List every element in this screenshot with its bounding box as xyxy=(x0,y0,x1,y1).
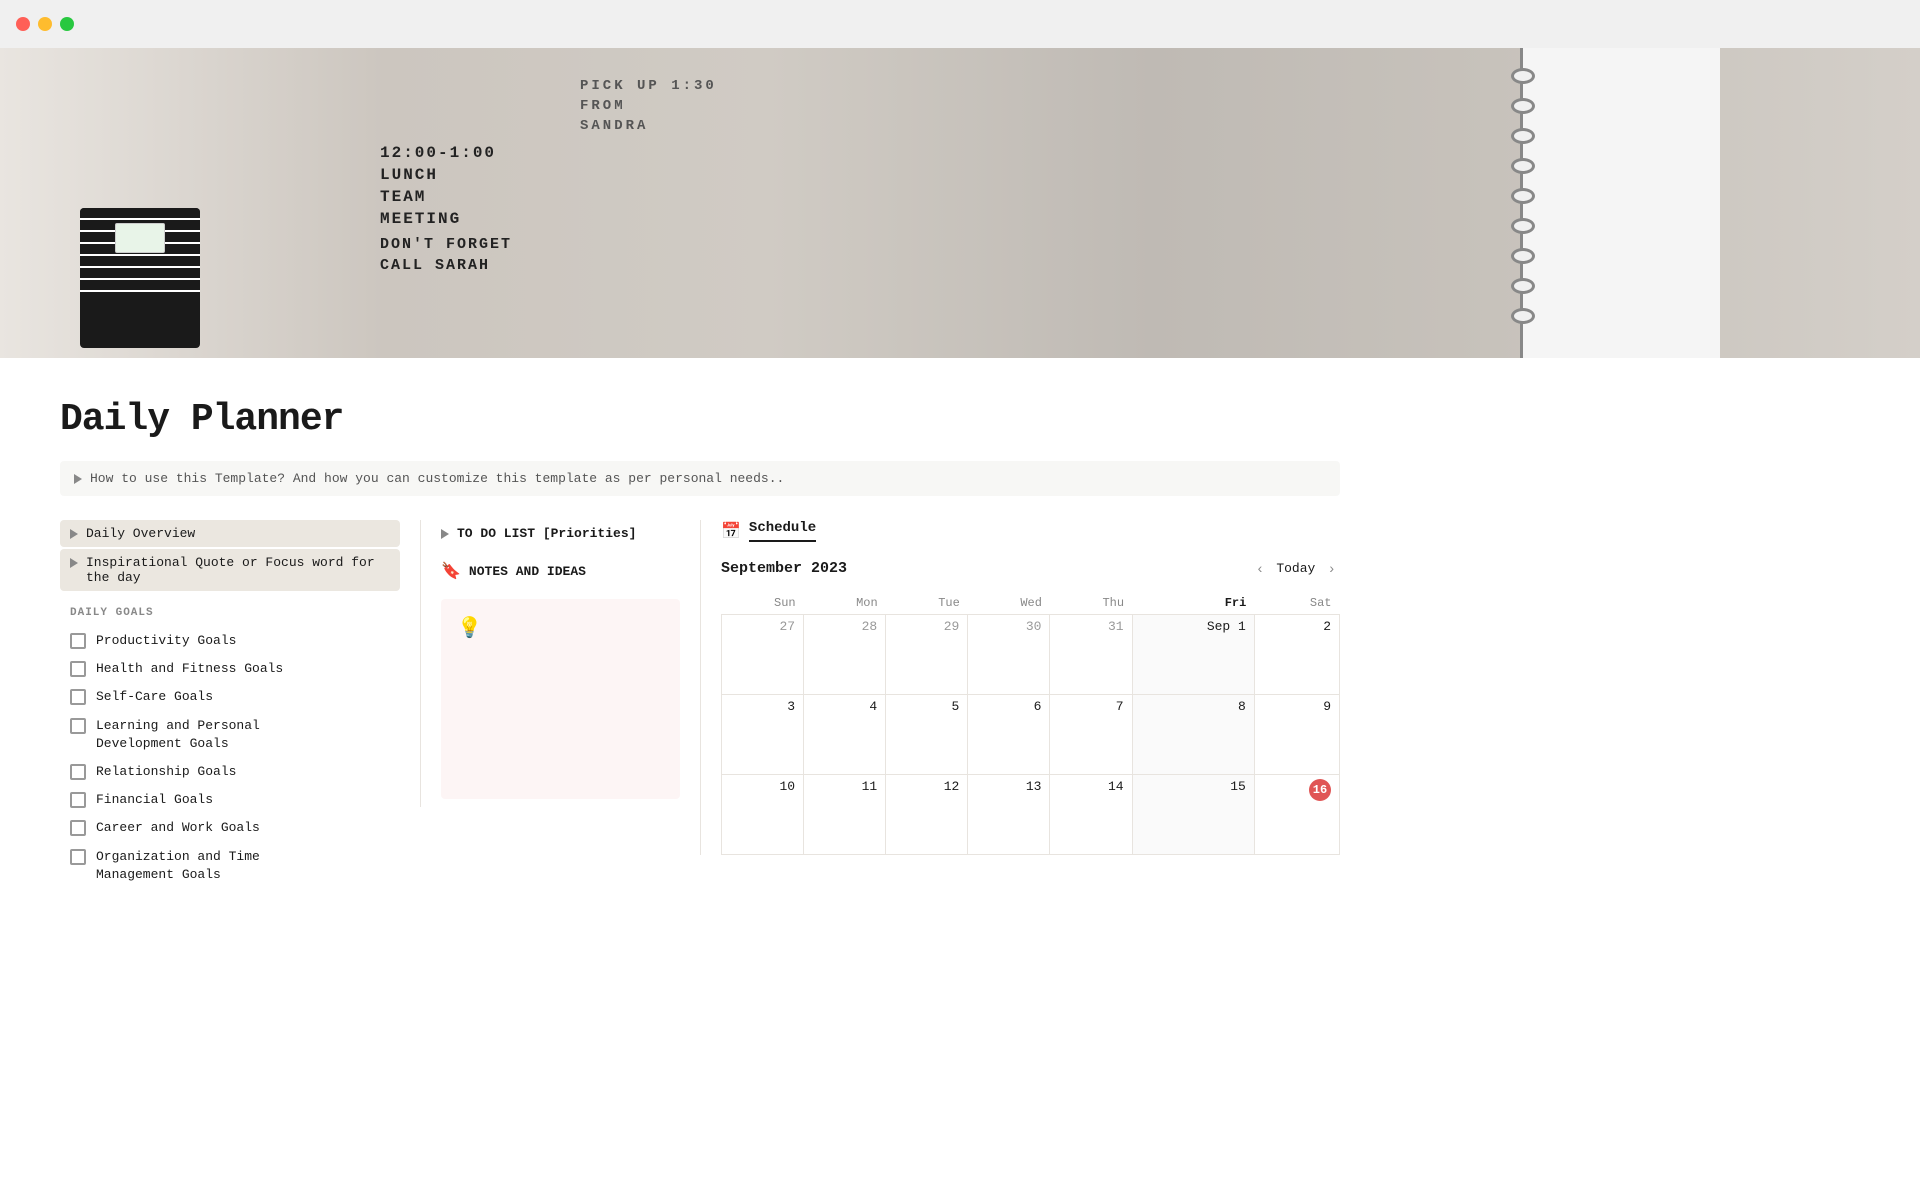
calendar-month: September 2023 xyxy=(721,560,847,577)
goal-label: Relationship Goals xyxy=(96,763,236,781)
goal-selfcare[interactable]: Self-Care Goals xyxy=(60,683,400,711)
hint-block[interactable]: How to use this Template? And how you ca… xyxy=(60,461,1340,496)
calendar-icon: 📅 xyxy=(721,521,741,541)
checkbox-relationship[interactable] xyxy=(70,764,86,780)
table-row: 27 28 29 30 31 Sep 1 2 xyxy=(722,615,1340,695)
goal-career[interactable]: Career and Work Goals xyxy=(60,814,400,842)
cal-day-6[interactable]: 6 xyxy=(968,695,1050,775)
mid-column: TO DO LIST [Priorities] 🔖 NOTES AND IDEA… xyxy=(420,520,700,807)
todo-toggle-icon xyxy=(441,529,449,539)
todo-label: TO DO LIST [Priorities] xyxy=(457,526,636,541)
goal-label: Organization and TimeManagement Goals xyxy=(96,848,260,884)
goal-productivity[interactable]: Productivity Goals xyxy=(60,627,400,655)
cal-day-11[interactable]: 11 xyxy=(804,775,886,855)
cal-day-27[interactable]: 27 xyxy=(722,615,804,695)
table-row: 3 4 5 6 7 8 9 xyxy=(722,695,1340,775)
goal-label: Career and Work Goals xyxy=(96,819,260,837)
minimize-button[interactable] xyxy=(38,17,52,31)
cal-day-13[interactable]: 13 xyxy=(968,775,1050,855)
cal-day-2[interactable]: 2 xyxy=(1254,615,1339,695)
cal-day-16-today[interactable]: 16 xyxy=(1254,775,1339,855)
cal-day-3[interactable]: 3 xyxy=(722,695,804,775)
goal-financial[interactable]: Financial Goals xyxy=(60,786,400,814)
left-column: Daily Overview Inspirational Quote or Fo… xyxy=(60,520,420,889)
hint-toggle-icon[interactable] xyxy=(74,474,82,484)
cal-day-8[interactable]: 8 xyxy=(1132,695,1254,775)
goal-organization[interactable]: Organization and TimeManagement Goals xyxy=(60,843,400,889)
checkbox-career[interactable] xyxy=(70,820,86,836)
cal-day-28[interactable]: 28 xyxy=(804,615,886,695)
goal-label: Productivity Goals xyxy=(96,632,236,650)
calendar-nav: September 2023 ‹ Today › xyxy=(721,558,1340,578)
cal-day-31[interactable]: 31 xyxy=(1050,615,1132,695)
day-header-sun: Sun xyxy=(722,592,804,615)
cal-day-12[interactable]: 12 xyxy=(886,775,968,855)
page-title: Daily Planner xyxy=(60,398,1340,441)
schedule-tab[interactable]: Schedule xyxy=(749,520,816,542)
today-button[interactable]: Today xyxy=(1276,561,1315,576)
checkbox-learning[interactable] xyxy=(70,718,86,734)
cal-day-4[interactable]: 4 xyxy=(804,695,886,775)
checkbox-organization[interactable] xyxy=(70,849,86,865)
columns-wrapper: Daily Overview Inspirational Quote or Fo… xyxy=(60,520,1340,889)
hero-banner: PICK UP 1:30 FROM SANDRA 12:00-1:00 LUNC… xyxy=(0,48,1920,358)
toggle-daily-overview[interactable]: Daily Overview xyxy=(60,520,400,547)
day-header-wed: Wed xyxy=(968,592,1050,615)
toggle-label: Inspirational Quote or Focus word for th… xyxy=(86,555,390,585)
notes-item[interactable]: 🔖 NOTES AND IDEAS xyxy=(431,555,690,587)
goal-learning[interactable]: Learning and PersonalDevelopment Goals xyxy=(60,712,400,758)
nav-buttons: ‹ Today › xyxy=(1252,558,1340,578)
calendar-header: 📅 Schedule xyxy=(721,520,1340,542)
daily-goals-header: DAILY GOALS xyxy=(70,607,400,619)
cal-day-29[interactable]: 29 xyxy=(886,615,968,695)
maximize-button[interactable] xyxy=(60,17,74,31)
goal-label: Learning and PersonalDevelopment Goals xyxy=(96,717,260,753)
day-header-thu: Thu xyxy=(1050,592,1132,615)
calendar-grid: Sun Mon Tue Wed Thu Fri Sat 27 28 29 xyxy=(721,592,1340,855)
prev-month-button[interactable]: ‹ xyxy=(1252,558,1269,578)
toggle-quote[interactable]: Inspirational Quote or Focus word for th… xyxy=(60,549,400,591)
toggle-icon xyxy=(70,558,78,568)
cal-day-7[interactable]: 7 xyxy=(1050,695,1132,775)
toggle-icon xyxy=(70,529,78,539)
cal-day-15[interactable]: 15 xyxy=(1132,775,1254,855)
checkbox-financial[interactable] xyxy=(70,792,86,808)
cal-day-9[interactable]: 9 xyxy=(1254,695,1339,775)
day-header-mon: Mon xyxy=(804,592,886,615)
right-column: 📅 Schedule September 2023 ‹ Today › Sun … xyxy=(700,520,1340,855)
bulb-icon: 💡 xyxy=(457,618,482,641)
cal-day-sep1[interactable]: Sep 1 xyxy=(1132,615,1254,695)
next-month-button[interactable]: › xyxy=(1323,558,1340,578)
spiral-notebook xyxy=(1520,48,1720,358)
goal-relationship[interactable]: Relationship Goals xyxy=(60,758,400,786)
table-row: 10 11 12 13 14 15 16 xyxy=(722,775,1340,855)
checkbox-selfcare[interactable] xyxy=(70,689,86,705)
close-button[interactable] xyxy=(16,17,30,31)
notes-area: 💡 xyxy=(441,599,680,799)
goal-health[interactable]: Health and Fitness Goals xyxy=(60,655,400,683)
main-content: Daily Planner How to use this Template? … xyxy=(0,358,1400,929)
titlebar xyxy=(0,0,1920,48)
cal-day-5[interactable]: 5 xyxy=(886,695,968,775)
todo-toggle[interactable]: TO DO LIST [Priorities] xyxy=(431,520,690,547)
hint-text: How to use this Template? And how you ca… xyxy=(90,471,784,486)
toggle-label: Daily Overview xyxy=(86,526,195,541)
cal-day-14[interactable]: 14 xyxy=(1050,775,1132,855)
goal-label: Financial Goals xyxy=(96,791,213,809)
cal-day-10[interactable]: 10 xyxy=(722,775,804,855)
day-header-sat: Sat xyxy=(1254,592,1339,615)
notebook-decoration xyxy=(80,208,200,348)
today-badge: 16 xyxy=(1309,779,1331,801)
bookmark-icon: 🔖 xyxy=(441,561,461,581)
day-header-fri: Fri xyxy=(1132,592,1254,615)
checkbox-health[interactable] xyxy=(70,661,86,677)
goal-label: Health and Fitness Goals xyxy=(96,660,283,678)
notes-label: NOTES AND IDEAS xyxy=(469,564,586,579)
goal-label: Self-Care Goals xyxy=(96,688,213,706)
checkbox-productivity[interactable] xyxy=(70,633,86,649)
hero-handwriting: PICK UP 1:30 FROM SANDRA 12:00-1:00 LUNC… xyxy=(380,78,1152,278)
cal-day-30[interactable]: 30 xyxy=(968,615,1050,695)
day-header-tue: Tue xyxy=(886,592,968,615)
